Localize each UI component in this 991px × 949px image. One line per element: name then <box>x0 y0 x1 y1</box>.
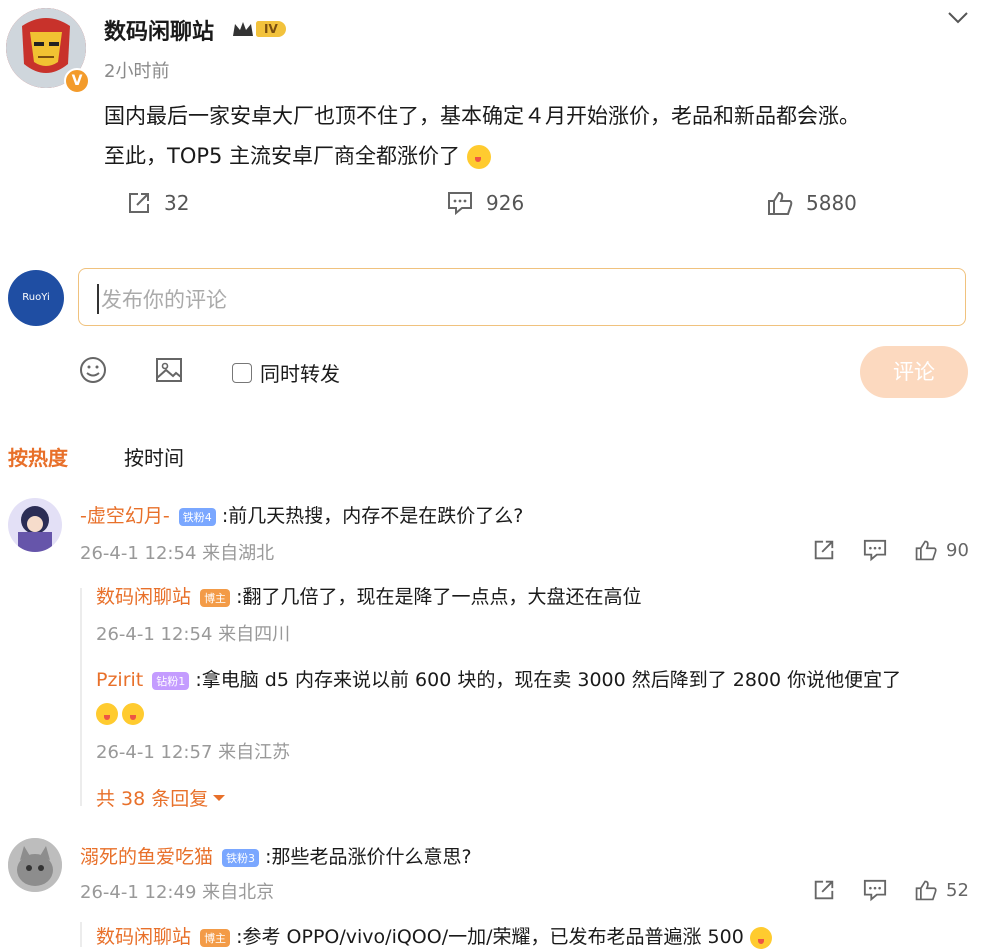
emoji-icon <box>749 926 772 949</box>
crown-icon <box>232 20 254 38</box>
user-avatar[interactable]: RuoYi <box>8 270 64 326</box>
post-content-text: 至此，TOP5 主流安卓厂商全都涨价了 <box>104 144 461 168</box>
reply-text: :参考 OPPO/vivo/iQOO/一加/荣耀，已发布老品普遍涨 500 <box>236 926 744 948</box>
reply-author[interactable]: Pzirit <box>96 669 143 691</box>
comment-button[interactable]: 926 <box>446 190 524 216</box>
replies-divider <box>80 922 82 947</box>
author-name[interactable]: 数码闲聊站 <box>104 14 214 46</box>
commenter-name[interactable]: -虚空幻月- <box>80 505 170 527</box>
emoji-picker-icon[interactable] <box>78 355 108 389</box>
like-icon <box>768 191 793 215</box>
like-icon <box>915 540 937 561</box>
emoji-icon <box>466 145 491 169</box>
comment-count: 926 <box>486 191 525 215</box>
post-time: 2小时前 <box>104 61 170 82</box>
post-content-line1: 国内最后一家安卓大厂也顶不住了，基本确定４月开始涨价，老品和新品都会涨。 <box>104 104 860 128</box>
diamond-fan-badge: 钻粉1 <box>152 671 190 690</box>
host-badge: 博主 <box>200 928 231 947</box>
commenter-name[interactable]: 溺死的鱼爱吃猫 <box>80 846 213 868</box>
repost-count: 32 <box>164 191 190 215</box>
caret-down-icon <box>213 794 226 801</box>
sync-repost-checkbox[interactable]: 同时转发 <box>232 358 340 387</box>
reply-meta: 26-4-1 12:57 来自江苏 <box>96 742 291 763</box>
fan-badge: 铁粉3 <box>222 848 260 867</box>
fan-badge: 铁粉4 <box>178 507 216 526</box>
reply-header: 数码闲聊站 博主 :参考 OPPO/vivo/iQOO/一加/荣耀，已发布老品普… <box>96 922 772 949</box>
comment-input[interactable]: 发布你的评论 <box>78 268 966 326</box>
repost-icon <box>129 193 149 213</box>
comment-like-count: 90 <box>946 539 969 561</box>
comment-text: :前几天热搜，内存不是在跌价了么? <box>221 505 524 527</box>
chevron-down-icon[interactable] <box>946 10 970 30</box>
like-button[interactable]: 5880 <box>766 190 857 216</box>
reply-meta: 26-4-1 12:54 来自四川 <box>96 624 291 645</box>
verified-icon: V <box>64 68 90 94</box>
reply-header: Pzirit 钻粉1 :拿电脑 d5 内存来说以前 600 块的，现在卖 300… <box>96 665 901 692</box>
commenter-avatar[interactable] <box>8 498 62 552</box>
image-icon[interactable] <box>154 355 184 389</box>
submit-comment-label: 评论 <box>893 360 935 384</box>
emoji-icon <box>122 703 144 725</box>
user-avatar-text: RuoYi <box>22 292 50 303</box>
reply-text: :拿电脑 d5 内存来说以前 600 块的，现在卖 3000 然后降到了 280… <box>195 669 902 691</box>
comment-meta: 26-4-1 12:49 来自北京 <box>80 882 275 903</box>
reply-author[interactable]: 数码闲聊站 <box>96 926 191 948</box>
host-badge: 博主 <box>200 588 231 607</box>
comment-like-button[interactable]: 90 <box>914 538 969 562</box>
comment-input-placeholder: 发布你的评论 <box>97 284 227 314</box>
comment-reply-icon[interactable] <box>862 878 888 906</box>
reply-emojis <box>96 703 144 725</box>
comment-meta: 26-4-1 12:54 来自湖北 <box>80 543 275 564</box>
replies-divider <box>80 588 82 806</box>
commenter-avatar[interactable] <box>8 838 62 892</box>
checkbox-icon <box>232 362 252 383</box>
comment-repost-icon[interactable] <box>812 538 836 566</box>
repost-button[interactable]: 32 <box>126 190 189 216</box>
comment-header: 溺死的鱼爱吃猫 铁粉3 :那些老品涨价什么意思? <box>80 842 472 869</box>
emoji-icon <box>96 703 118 725</box>
like-icon <box>915 880 937 901</box>
reply-text: :翻了几倍了，现在是降了一点点，大盘还在高位 <box>236 586 642 608</box>
comment-reply-icon[interactable] <box>862 538 888 566</box>
sync-repost-label: 同时转发 <box>260 362 340 386</box>
comment-header: -虚空幻月- 铁粉4 :前几天热搜，内存不是在跌价了么? <box>80 501 523 528</box>
comment-like-button[interactable]: 52 <box>914 878 969 902</box>
level-badge: IV <box>232 20 286 38</box>
more-replies-label: 共 38 条回复 <box>96 788 209 810</box>
tab-sort-hot[interactable]: 按热度 <box>8 442 68 471</box>
like-count: 5880 <box>806 191 857 215</box>
comment-text: :那些老品涨价什么意思? <box>265 846 472 868</box>
submit-comment-button[interactable]: 评论 <box>860 346 968 398</box>
reply-author[interactable]: 数码闲聊站 <box>96 586 191 608</box>
post-content-line2: 至此，TOP5 主流安卓厂商全都涨价了 <box>104 140 491 170</box>
comment-icon <box>448 192 472 216</box>
more-replies-link[interactable]: 共 38 条回复 <box>96 784 226 811</box>
tab-sort-time[interactable]: 按时间 <box>124 442 184 471</box>
comment-like-count: 52 <box>946 879 969 901</box>
reply-header: 数码闲聊站 博主 :翻了几倍了，现在是降了一点点，大盘还在高位 <box>96 582 642 609</box>
comment-repost-icon[interactable] <box>812 878 836 906</box>
level-badge-text: IV <box>256 21 286 37</box>
